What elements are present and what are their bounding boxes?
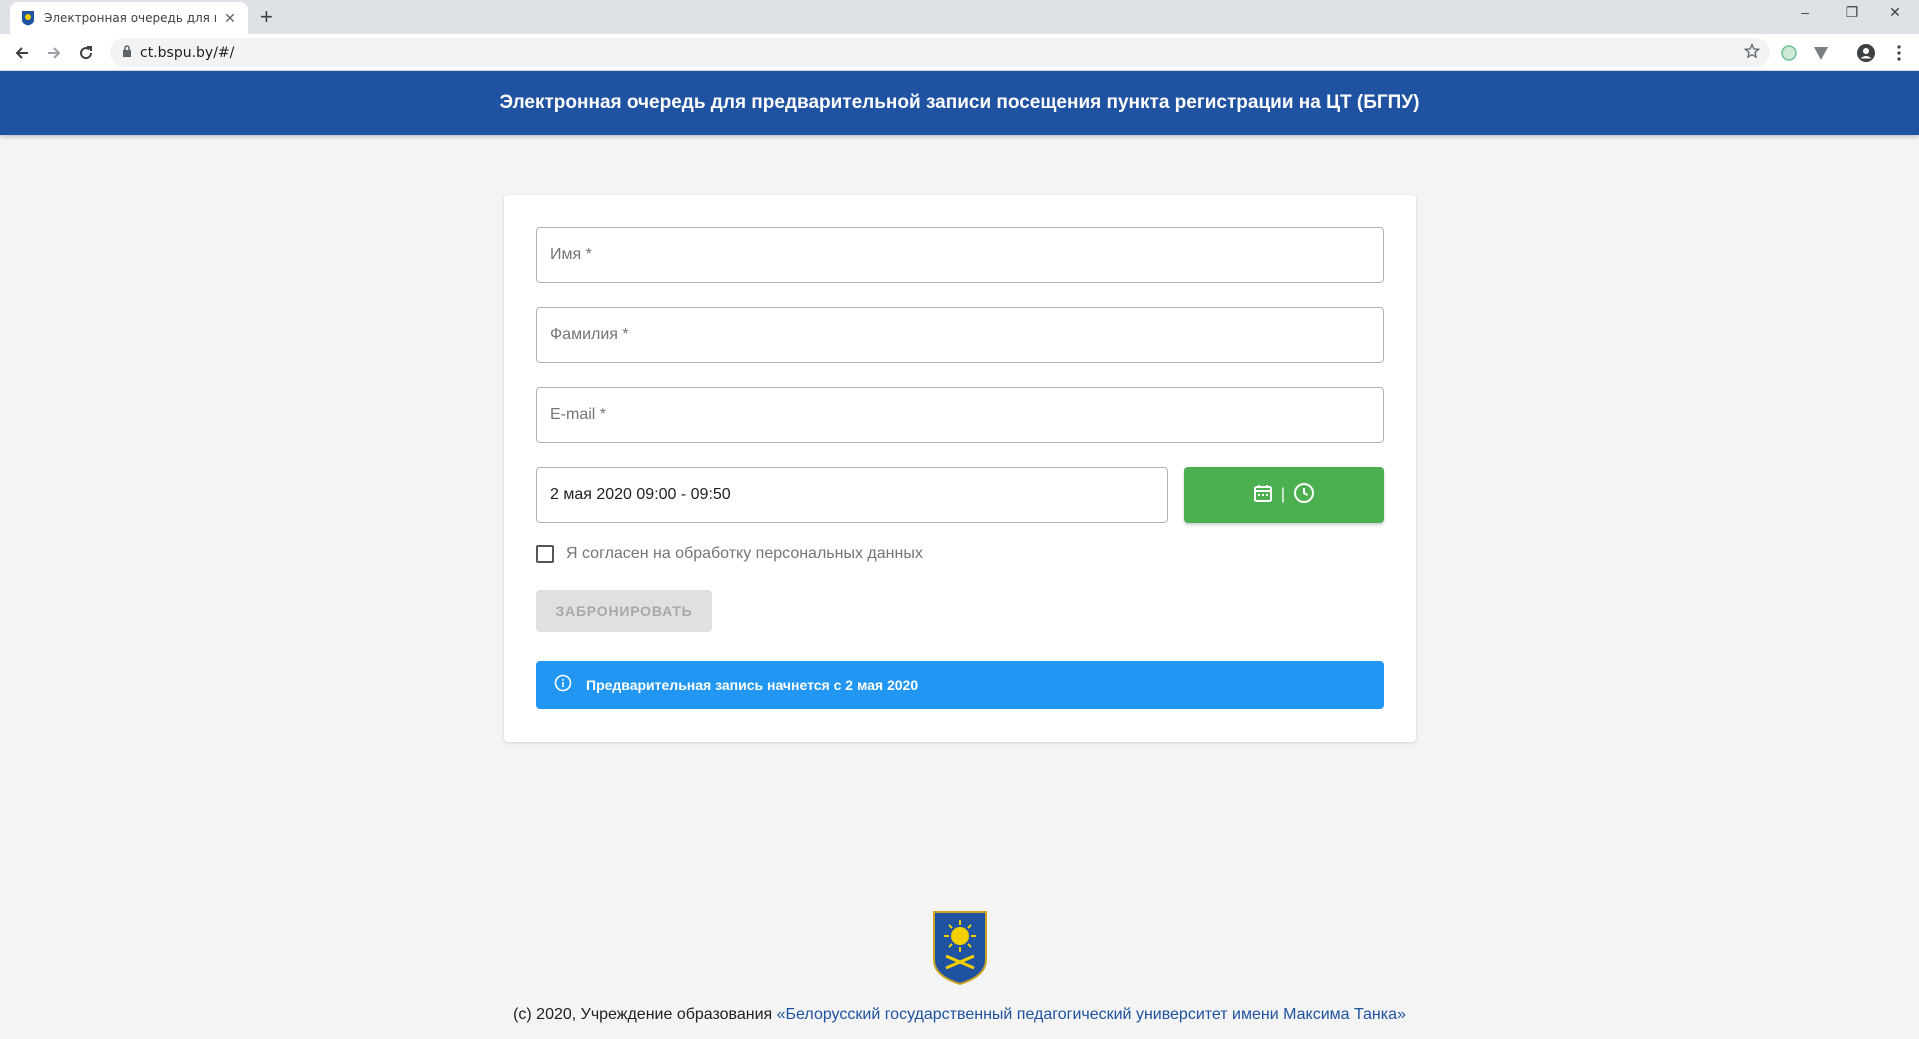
browser-tab[interactable]: Электронная очередь для предварительной … <box>10 2 248 34</box>
tab-title: Электронная очередь для предварительной … <box>44 11 216 25</box>
datetime-picker-button[interactable]: | <box>1184 467 1384 523</box>
last-name-placeholder: Фамилия * <box>550 326 629 343</box>
book-button[interactable]: ЗАБРОНИРОВАТЬ <box>536 590 712 632</box>
lock-icon <box>122 44 132 62</box>
info-icon <box>554 674 572 697</box>
last-name-input[interactable]: Фамилия * <box>536 307 1384 363</box>
tab-close-icon[interactable]: ✕ <box>222 10 238 27</box>
clock-icon <box>1293 482 1315 509</box>
bookmark-star-icon[interactable] <box>1743 42 1761 64</box>
info-alert-text: Предварительная запись начнется с 2 мая … <box>586 677 919 693</box>
consent-row: Я согласен на обработку персональных дан… <box>536 545 923 563</box>
first-name-placeholder: Имя * <box>550 246 592 263</box>
profile-avatar-icon[interactable] <box>1855 42 1877 64</box>
info-alert: Предварительная запись начнется с 2 мая … <box>536 661 1384 709</box>
browser-tab-bar: Электронная очередь для предварительной … <box>0 0 1919 34</box>
email-placeholder: E-mail * <box>550 406 607 423</box>
booking-form-card: Имя * Фамилия * E-mail * 2 мая 2020 09:0… <box>504 195 1416 742</box>
consent-label[interactable]: Я согласен на обработку персональных дан… <box>566 545 923 563</box>
site-favicon-icon <box>20 10 36 26</box>
forward-icon[interactable] <box>42 41 66 65</box>
back-icon[interactable] <box>10 41 34 65</box>
browser-toolbar: ct.bspu.by/#/ <box>0 34 1919 71</box>
datetime-field[interactable]: 2 мая 2020 09:00 - 09:50 <box>536 467 1168 523</box>
address-bar[interactable]: ct.bspu.by/#/ <box>110 38 1770 67</box>
url-text: ct.bspu.by/#/ <box>140 44 235 61</box>
restore-button[interactable]: ❐ <box>1832 4 1872 21</box>
footer: (с) 2020, Учреждение образования «Белору… <box>0 1006 1919 1024</box>
extension-icon[interactable] <box>1778 42 1800 64</box>
new-tab-button[interactable]: + <box>260 6 273 28</box>
browser-menu-icon[interactable] <box>1888 42 1910 64</box>
university-emblem-icon <box>932 910 988 986</box>
footer-copyright: (с) 2020, Учреждение образования <box>513 1006 777 1023</box>
email-input[interactable]: E-mail * <box>536 387 1384 443</box>
page-title: Электронная очередь для предварительной … <box>499 92 1420 113</box>
university-link[interactable]: «Белорусский государственный педагогичес… <box>777 1006 1406 1023</box>
picker-separator: | <box>1280 486 1286 503</box>
datetime-value: 2 мая 2020 09:00 - 09:50 <box>550 486 731 503</box>
reload-icon[interactable] <box>74 41 98 65</box>
app-header: Электронная очередь для предварительной … <box>0 71 1919 135</box>
consent-checkbox[interactable] <box>536 545 554 563</box>
calendar-icon <box>1253 483 1273 508</box>
first-name-input[interactable]: Имя * <box>536 227 1384 283</box>
minimize-button[interactable]: – <box>1785 4 1825 20</box>
close-window-button[interactable]: ✕ <box>1875 4 1915 21</box>
vpn-extension-icon[interactable] <box>1810 42 1832 64</box>
